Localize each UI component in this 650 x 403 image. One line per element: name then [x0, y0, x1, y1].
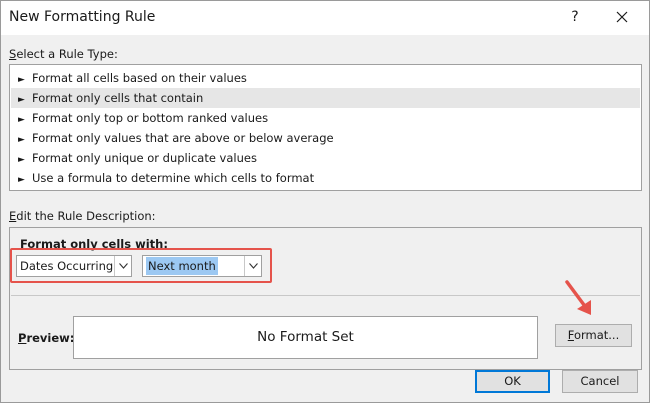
- condition-value-select[interactable]: Next month: [142, 255, 262, 277]
- new-formatting-rule-dialog: New Formatting Rule ? Select a Rule Type…: [0, 0, 650, 403]
- title-bar: New Formatting Rule ?: [1, 1, 649, 35]
- close-icon: [616, 11, 628, 23]
- condition-type-select[interactable]: Dates Occurring: [16, 255, 132, 277]
- rule-type-item-cells-that-contain[interactable]: ► Format only cells that contain: [11, 88, 640, 108]
- rule-type-item-formula[interactable]: ► Use a formula to determine which cells …: [11, 168, 640, 188]
- dropdown-button[interactable]: [244, 256, 261, 276]
- chevron-down-icon: [119, 263, 128, 269]
- cancel-button[interactable]: Cancel: [562, 370, 638, 393]
- preview-label: Preview:: [18, 331, 75, 345]
- rule-type-list[interactable]: ► Format all cells based on their values …: [9, 64, 642, 191]
- rule-type-section-label: Select a Rule Type:: [9, 47, 118, 61]
- annotation-arrow-icon: [565, 280, 591, 315]
- rule-description-section-label: Edit the Rule Description:: [9, 209, 156, 223]
- help-button[interactable]: ?: [563, 5, 587, 29]
- rule-description-box: Format only cells with: Dates Occurring …: [9, 227, 642, 370]
- format-preview: No Format Set: [73, 316, 538, 359]
- rule-type-item-unique-duplicate[interactable]: ► Format only unique or duplicate values: [11, 148, 640, 168]
- bullet-arrow-icon: ►: [18, 115, 25, 125]
- bullet-arrow-icon: ►: [18, 135, 25, 145]
- format-button[interactable]: Format...: [555, 324, 632, 347]
- close-button[interactable]: [610, 5, 634, 29]
- rule-type-item-all-cells[interactable]: ► Format all cells based on their values: [11, 68, 640, 88]
- bullet-arrow-icon: ►: [18, 75, 25, 85]
- dropdown-button[interactable]: [114, 256, 131, 276]
- bullet-arrow-icon: ►: [18, 175, 25, 185]
- bullet-arrow-icon: ►: [18, 155, 25, 165]
- ok-button[interactable]: OK: [475, 370, 550, 393]
- divider: [11, 295, 640, 296]
- dialog-title: New Formatting Rule: [9, 9, 156, 25]
- bullet-arrow-icon: ►: [18, 95, 25, 105]
- chevron-down-icon: [249, 263, 258, 269]
- rule-type-item-top-bottom[interactable]: ► Format only top or bottom ranked values: [11, 108, 640, 128]
- rule-type-item-above-below-average[interactable]: ► Format only values that are above or be…: [11, 128, 640, 148]
